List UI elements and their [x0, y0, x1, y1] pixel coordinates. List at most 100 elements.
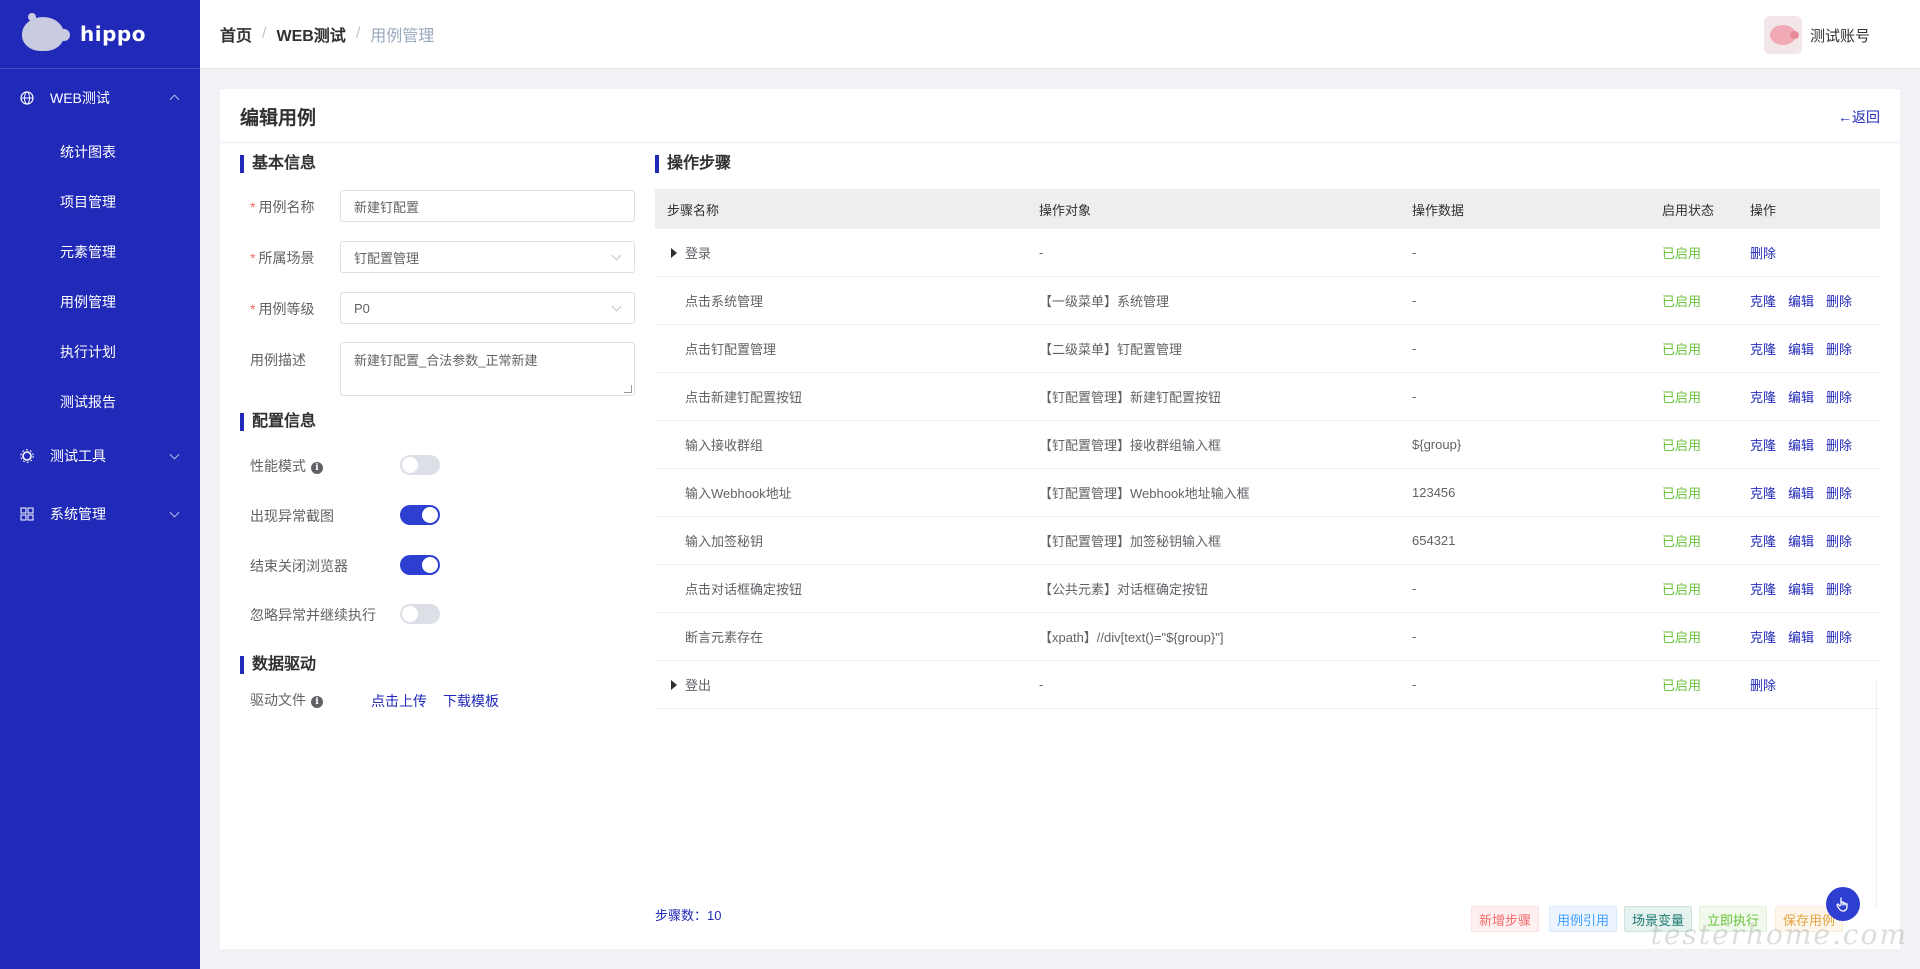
step-object: 【二级菜单】钉配置管理 [1039, 342, 1183, 357]
delete-button[interactable]: 删除 [1826, 342, 1852, 357]
delete-button[interactable]: 删除 [1826, 390, 1852, 405]
level-select[interactable]: P0 [340, 292, 635, 324]
user-name: 测试账号 [1809, 27, 1870, 45]
edit-button[interactable]: 编辑 [1788, 390, 1814, 405]
step-name: 点击新建钉配置按钮 [685, 390, 803, 405]
edit-button[interactable]: 编辑 [1788, 438, 1814, 453]
delete-button[interactable]: 删除 [1826, 486, 1852, 501]
scene-select[interactable]: 钉配置管理 [340, 241, 635, 273]
step-name: 输入加签秘钥 [685, 534, 764, 549]
step-object: 【钉配置管理】接收群组输入框 [1039, 438, 1222, 453]
step-object: 【钉配置管理】新建钉配置按钮 [1039, 390, 1222, 405]
delete-button[interactable]: 删除 [1750, 246, 1776, 261]
edit-button[interactable]: 编辑 [1788, 630, 1814, 645]
row-actions: 删除 [1750, 675, 1880, 694]
row-actions: 克隆 编辑 删除 [1750, 339, 1880, 358]
sidebar-item-reports[interactable]: 测试报告 [0, 377, 200, 427]
step-data: 654321 [1412, 533, 1456, 548]
sidebar-item-cases[interactable]: 用例管理 [0, 277, 200, 327]
clone-button[interactable]: 克隆 [1750, 390, 1776, 405]
step-name: 输入Webhook地址 [685, 486, 792, 501]
hippo-logo-icon [22, 13, 70, 51]
step-object: 【公共元素】对话框确定按钮 [1039, 582, 1209, 597]
menu-group-web-test[interactable]: WEB测试 [0, 69, 200, 127]
breadcrumb-current: 用例管理 [370, 28, 435, 45]
col-actions: 操作 [1750, 202, 1777, 218]
section-config-info: 配置信息 [240, 413, 316, 431]
table-header: 步骤名称 操作对象 操作数据 启用状态 操作 [655, 189, 1880, 229]
clone-button[interactable]: 克隆 [1750, 486, 1776, 501]
clone-button[interactable]: 克隆 [1750, 630, 1776, 645]
step-name: 点击钉配置管理 [685, 342, 777, 357]
status-badge: 已启用 [1662, 630, 1702, 645]
edit-button[interactable]: 编辑 [1788, 534, 1814, 549]
delete-button[interactable]: 删除 [1750, 678, 1776, 693]
table-row: 输入Webhook地址 【钉配置管理】Webhook地址输入框 123456 已启用 克… [655, 469, 1880, 517]
hand-pointer-icon [1836, 897, 1848, 912]
add-step-button[interactable]: 新增步骤 [1471, 906, 1540, 932]
edit-case-card: 编辑用例 ←返回 基本信息 * 用例名称 新建钉配置 * 所属场景 钉配置管理 * 用… [220, 89, 1900, 949]
clone-button[interactable]: 克隆 [1750, 342, 1776, 357]
table-row: 登出 - - 已启用 删除 [655, 661, 1880, 709]
case-name-input[interactable]: 新建钉配置 [340, 190, 635, 222]
delete-button[interactable]: 删除 [1826, 534, 1852, 549]
back-link[interactable]: ←返回 [1838, 107, 1880, 127]
sidebar-item-plans[interactable]: 执行计划 [0, 327, 200, 377]
menu-group-system[interactable]: 系统管理 [0, 485, 200, 543]
col-status: 启用状态 [1662, 202, 1715, 218]
breadcrumb-home[interactable]: 首页 [220, 22, 252, 46]
clone-button[interactable]: 克隆 [1750, 294, 1776, 309]
edit-button[interactable]: 编辑 [1788, 342, 1814, 357]
gear-icon [20, 449, 34, 463]
close-browser-switch[interactable] [400, 555, 440, 575]
step-data: ${group} [1412, 437, 1462, 452]
delete-button[interactable]: 删除 [1826, 582, 1852, 597]
delete-button[interactable]: 删除 [1826, 438, 1852, 453]
delete-button[interactable]: 删除 [1826, 630, 1852, 645]
status-badge: 已启用 [1662, 438, 1702, 453]
sidebar-item-elements[interactable]: 元素管理 [0, 227, 200, 277]
expand-caret-icon[interactable] [671, 247, 677, 258]
menu-group-test-tools[interactable]: 测试工具 [0, 427, 200, 485]
row-actions: 克隆 编辑 删除 [1750, 435, 1880, 454]
table-row: 点击对话框确定按钮 【公共元素】对话框确定按钮 - 已启用 克隆 编辑 删除 [655, 565, 1880, 613]
screenshot-on-error-switch[interactable] [400, 505, 440, 525]
edit-button[interactable]: 编辑 [1788, 486, 1814, 501]
logo[interactable]: hippo [0, 0, 200, 69]
status-badge: 已启用 [1662, 342, 1702, 357]
breadcrumb-web-test[interactable]: WEB测试 [276, 22, 345, 46]
floating-action-button[interactable] [1826, 887, 1860, 921]
col-step-name: 步骤名称 [667, 202, 720, 218]
expand-caret-icon[interactable] [671, 679, 677, 690]
globe-icon [20, 91, 34, 105]
download-template-link[interactable]: 下载模板 [443, 691, 499, 711]
info-icon: i [311, 462, 323, 474]
user-menu[interactable]: 测试账号 [1763, 16, 1870, 54]
resize-handle-icon[interactable] [624, 385, 632, 393]
sidebar-item-projects[interactable]: 项目管理 [0, 177, 200, 227]
row-actions: 克隆 编辑 删除 [1750, 291, 1880, 310]
description-textarea[interactable]: 新建钉配置_合法参数_正常新建 [340, 342, 635, 396]
ignore-error-switch[interactable] [400, 604, 440, 624]
description-label: 用例描述 [250, 352, 306, 368]
row-actions: 删除 [1750, 243, 1880, 262]
upload-link[interactable]: 点击上传 [371, 691, 427, 711]
sidebar-item-stats[interactable]: 统计图表 [0, 127, 200, 177]
step-count: 步骤数：10 [655, 908, 722, 923]
section-steps: 操作步骤 [655, 155, 731, 173]
top-header: 首页 / WEB测试 / 用例管理 测试账号 [200, 0, 1920, 69]
page-title: 编辑用例 [240, 108, 317, 129]
step-name: 断言元素存在 [685, 630, 764, 645]
step-data: 123456 [1412, 485, 1456, 500]
chevron-down-icon [169, 507, 180, 518]
edit-button[interactable]: 编辑 [1788, 294, 1814, 309]
reference-case-button[interactable]: 用例引用 [1549, 906, 1618, 932]
clone-button[interactable]: 克隆 [1750, 582, 1776, 597]
delete-button[interactable]: 删除 [1826, 294, 1852, 309]
table-row: 点击钉配置管理 【二级菜单】钉配置管理 - 已启用 克隆 编辑 删除 [655, 325, 1880, 373]
clone-button[interactable]: 克隆 [1750, 534, 1776, 549]
perf-mode-switch[interactable] [400, 455, 440, 475]
clone-button[interactable]: 克隆 [1750, 438, 1776, 453]
pig-avatar-icon [1769, 25, 1799, 45]
edit-button[interactable]: 编辑 [1788, 582, 1814, 597]
